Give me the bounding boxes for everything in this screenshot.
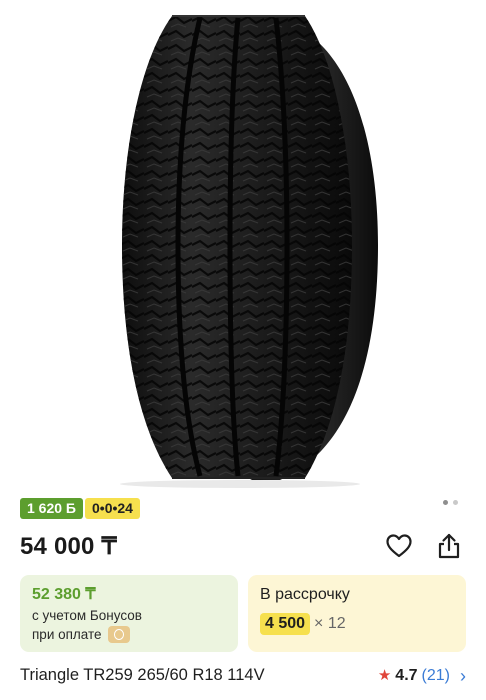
product-title: Triangle TR259 265/60 R18 114V <box>20 666 265 684</box>
tire-image <box>120 15 378 488</box>
credit-badge: 0•0•24 <box>85 498 140 519</box>
rating-value: 4.7 <box>395 666 418 684</box>
installment-card[interactable]: В рассрочку 4 500 × 12 <box>248 575 466 652</box>
product-image[interactable] <box>0 0 486 490</box>
bonus-badge: 1 620 Б <box>20 498 83 519</box>
installment-multiplier: × 12 <box>314 615 346 632</box>
bonus-payment-note: при оплате <box>32 625 226 644</box>
product-title-row: Triangle TR259 265/60 R18 114V ★ 4.7 (21… <box>20 666 466 685</box>
pagination-dot[interactable] <box>453 500 458 505</box>
star-icon: ★ <box>377 667 392 684</box>
price: 54 000 ₸ <box>20 533 117 560</box>
image-pagination[interactable] <box>443 500 458 505</box>
chevron-right-icon[interactable]: › <box>460 667 466 685</box>
promo-badges: 1 620 Б 0•0•24 <box>20 498 140 519</box>
bonus-price: 52 380 ₸ <box>32 586 96 603</box>
review-count[interactable]: (21) <box>422 667 450 685</box>
pagination-dot-active[interactable] <box>443 500 448 505</box>
bonus-price-card[interactable]: 52 380 ₸ с учетом Бонусов при оплате <box>20 575 238 652</box>
share-button[interactable] <box>433 530 465 562</box>
rating-link[interactable]: ★ 4.7 (21) › <box>378 667 466 685</box>
bonus-payment-label: при оплате <box>32 627 102 642</box>
share-icon <box>438 533 460 559</box>
heart-icon <box>386 534 412 558</box>
installment-title: В рассрочку <box>260 586 350 603</box>
favorite-button[interactable] <box>383 530 415 562</box>
installment-row: 4 500 × 12 <box>260 613 454 635</box>
payment-wallet-icon <box>107 626 130 643</box>
installment-amount: 4 500 <box>260 613 311 635</box>
bonus-note: с учетом Бонусов <box>32 608 142 623</box>
